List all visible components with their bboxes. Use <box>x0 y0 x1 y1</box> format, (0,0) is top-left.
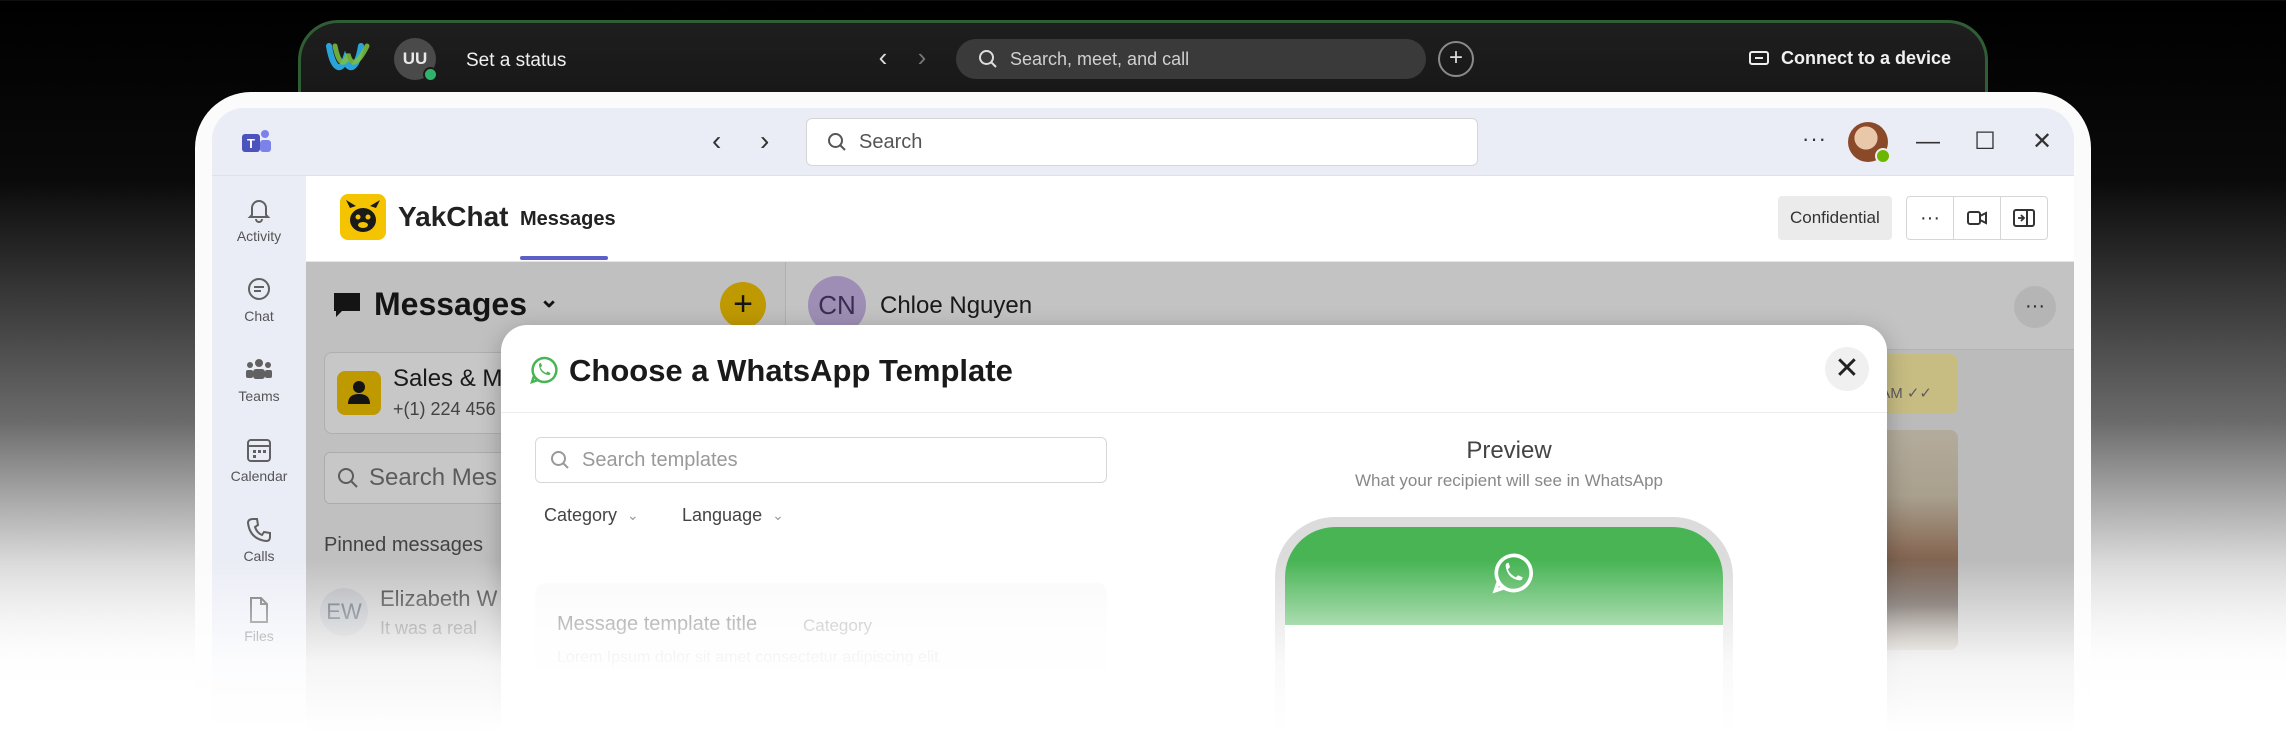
avatar-initials: UU <box>402 49 428 68</box>
maximize-button[interactable]: ☐ <box>1967 124 2003 160</box>
app-rail: Activity Chat Teams Calendar Calls Files <box>212 176 306 732</box>
connect-device-label: Connect to a device <box>1781 48 1952 68</box>
active-tab-indicator <box>520 256 608 260</box>
search-icon <box>828 133 846 151</box>
template-title: Message template title <box>557 613 758 635</box>
rail-item-teams[interactable]: Teams <box>212 356 306 404</box>
template-description: Lorem Ipsum dolor sit amet consectetur a… <box>557 649 939 666</box>
rail-item-calls[interactable]: Calls <box>212 516 306 564</box>
webex-search-input[interactable]: Search, meet, and call <box>956 39 1426 79</box>
whatsapp-icon <box>1492 553 1533 594</box>
chevron-down-icon: ⌄ <box>772 507 784 523</box>
category-filter-label: Category <box>544 505 618 525</box>
tab-messages[interactable]: Messages <box>520 208 616 231</box>
add-button[interactable]: + <box>1438 41 1474 77</box>
rail-label: Files <box>244 628 274 644</box>
rail-item-activity[interactable]: Activity <box>212 196 306 244</box>
template-search-input[interactable]: Search templates <box>535 437 1107 483</box>
svg-text:T: T <box>247 136 255 151</box>
template-category: Category <box>803 616 872 635</box>
rail-item-chat[interactable]: Chat <box>212 276 306 324</box>
app-name: YakChat <box>398 201 509 232</box>
category-filter-dropdown[interactable]: Category ⌄ <box>544 505 639 526</box>
template-list-item[interactable]: Message template title Category Lorem Ip… <box>535 583 1107 732</box>
file-icon <box>250 597 268 623</box>
open-side-panel-button[interactable] <box>2000 196 2048 240</box>
video-call-icon <box>1967 211 1987 225</box>
presence-available-icon <box>423 67 438 82</box>
bell-icon <box>247 200 271 223</box>
rail-label: Chat <box>244 308 274 324</box>
close-window-button[interactable]: ✕ <box>2024 124 2060 160</box>
rail-label: Calendar <box>230 468 288 484</box>
teams-icon <box>246 359 272 379</box>
language-filter-label: Language <box>682 505 763 525</box>
title-bar: T ‹ › Search ··· — ☐ ✕ <box>212 108 2074 176</box>
rail-label: Calls <box>243 548 275 564</box>
language-filter-dropdown[interactable]: Language ⌄ <box>682 505 784 526</box>
back-arrow-icon[interactable]: ‹ <box>868 43 898 73</box>
dialog-title: Choose a WhatsApp Template <box>569 353 1013 388</box>
profile-avatar[interactable] <box>1848 122 1891 164</box>
set-status-button[interactable]: Set a status <box>466 50 566 72</box>
back-arrow-icon[interactable]: ‹ <box>712 127 721 155</box>
phone-icon <box>246 518 271 543</box>
rail-label: Activity <box>236 228 282 244</box>
side-panel-icon <box>2013 209 2035 227</box>
device-icon <box>1749 50 1769 65</box>
chat-icon <box>248 278 270 300</box>
forward-arrow-icon[interactable]: › <box>760 127 769 155</box>
webex-search-placeholder: Search, meet, and call <box>1010 48 1190 69</box>
confidential-badge[interactable]: Confidential <box>1778 196 1892 240</box>
rail-item-files[interactable]: Files <box>212 596 306 644</box>
app-header: YakChat Messages Confidential ··· <box>306 176 2074 262</box>
yakchat-logo-icon <box>340 194 386 240</box>
connect-device-button[interactable]: Connect to a device <box>1749 48 1951 69</box>
forward-arrow-icon[interactable]: › <box>907 43 937 73</box>
webex-logo-icon <box>326 43 370 71</box>
phone-preview <box>1275 517 1733 732</box>
preview-heading: Preview <box>1466 437 1552 464</box>
user-avatar[interactable]: UU <box>394 38 438 82</box>
rail-label: Teams <box>238 388 280 404</box>
calendar-icon <box>247 439 271 462</box>
meet-now-button[interactable] <box>1953 196 2001 240</box>
rail-item-calendar[interactable]: Calendar <box>212 436 306 484</box>
whatsapp-icon <box>530 356 558 384</box>
presence-available-icon <box>1875 148 1891 164</box>
dialog-header: Choose a WhatsApp Template ✕ <box>501 325 1887 413</box>
template-search-placeholder: Search templates <box>582 448 738 471</box>
phone-header <box>1285 527 1723 625</box>
search-icon <box>979 50 997 68</box>
more-options-icon[interactable]: ··· <box>1802 126 1827 152</box>
teams-logo-icon: T <box>242 130 271 152</box>
more-options-button[interactable]: ··· <box>1906 196 1954 240</box>
teams-search-input[interactable]: Search <box>806 118 1478 166</box>
teams-search-placeholder: Search <box>859 130 923 153</box>
minimize-button[interactable]: — <box>1910 124 1946 160</box>
close-dialog-button[interactable]: ✕ <box>1825 347 1869 391</box>
chevron-down-icon: ⌄ <box>627 507 639 523</box>
preview-subtitle: What your recipient will see in WhatsApp <box>1354 471 1664 490</box>
search-icon <box>551 451 569 469</box>
whatsapp-template-dialog: Choose a WhatsApp Template ✕ Search temp… <box>501 325 1887 732</box>
